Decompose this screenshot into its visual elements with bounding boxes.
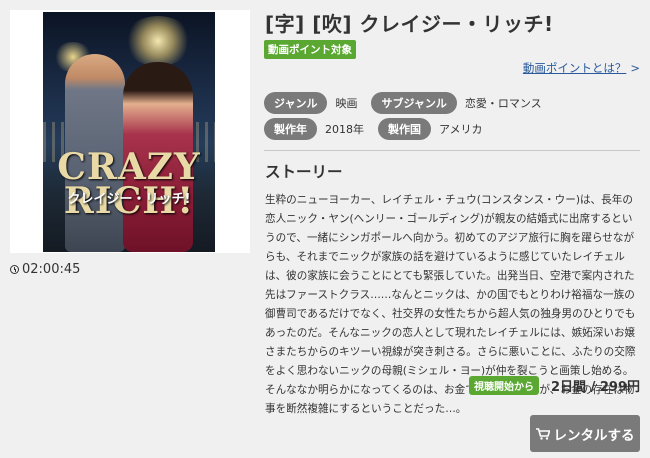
clock-icon bbox=[10, 265, 19, 274]
subgenre-value[interactable]: 恋愛・ロマンス bbox=[465, 95, 542, 111]
duration: 02:00:45 bbox=[10, 262, 80, 277]
country-label: 製作国 bbox=[378, 118, 431, 140]
page-title: [字] [吹] クレイジー・リッチ! bbox=[265, 12, 554, 36]
divider bbox=[264, 150, 640, 151]
subgenre-label: サブジャンル bbox=[371, 92, 457, 114]
year-label: 製作年 bbox=[264, 118, 317, 140]
movie-poster[interactable]: CRAZY RICH! クレイジー・リッチ! bbox=[43, 12, 215, 252]
rent-button[interactable]: レンタルする bbox=[530, 415, 640, 452]
genre-label: ジャンル bbox=[264, 92, 328, 114]
point-badge: 動画ポイント対象 bbox=[264, 40, 356, 59]
poster-title-sub: クレイジー・リッチ! bbox=[67, 192, 191, 207]
price-period-badge: 視聴開始から bbox=[469, 376, 540, 395]
story-heading: ストーリー bbox=[265, 163, 343, 181]
meta-row-genre: ジャンル 映画 サブジャンル 恋愛・ロマンス bbox=[264, 92, 556, 114]
meta-row-production: 製作年 2018年 製作国 アメリカ bbox=[264, 118, 496, 140]
rent-button-label: レンタルする bbox=[553, 427, 635, 444]
country-value: アメリカ bbox=[439, 123, 483, 136]
duration-value: 02:00:45 bbox=[22, 262, 81, 277]
poster-frame: CRAZY RICH! クレイジー・リッチ! bbox=[10, 10, 250, 253]
poster-title-main: CRAZY RICH! bbox=[57, 146, 201, 222]
point-info-link[interactable]: 動画ポイントとは？ > bbox=[523, 60, 640, 76]
cart-icon bbox=[535, 427, 551, 440]
year-value: 2018年 bbox=[325, 123, 364, 136]
point-info-link-label: 動画ポイントとは？ bbox=[522, 61, 627, 75]
chevron-right-icon: > bbox=[630, 61, 640, 75]
price-row: 視聴開始から 2日間 / 299円 bbox=[469, 376, 640, 395]
genre-value[interactable]: 映画 bbox=[335, 95, 357, 111]
poster-firework bbox=[123, 16, 193, 66]
price-value: 2日間 / 299円 bbox=[551, 380, 640, 395]
